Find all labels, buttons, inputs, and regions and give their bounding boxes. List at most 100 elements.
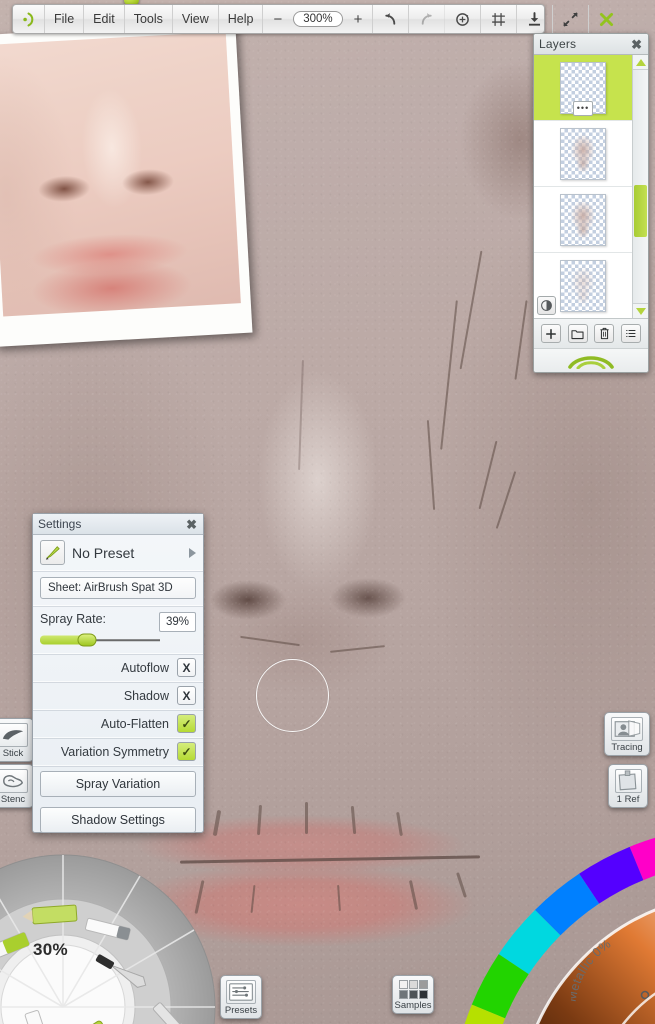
layer-options-button[interactable]: •••: [573, 101, 593, 116]
samples-label: Samples: [394, 1000, 432, 1011]
brush-preset-glyph: [45, 546, 60, 560]
reset-rotation-glyph: [456, 12, 470, 26]
sheet-row: Sheet: AirBrush Spat 3D: [33, 571, 203, 606]
zoom-in-button[interactable]: +: [348, 11, 369, 28]
close-icon[interactable]: [589, 5, 624, 33]
toggle-autoflow[interactable]: Autoflow X: [33, 654, 203, 682]
zoom-level-value[interactable]: 300%: [293, 11, 343, 27]
layer-row[interactable]: [534, 187, 632, 253]
brush-size-cursor: [256, 659, 329, 732]
plus-icon: [546, 328, 557, 339]
menu-help[interactable]: Help: [219, 5, 264, 33]
tracing-label: Tracing: [611, 742, 643, 753]
sheet-field[interactable]: Sheet: AirBrush Spat 3D: [40, 577, 196, 599]
menu-edit[interactable]: Edit: [84, 5, 125, 33]
blend-mode-icon[interactable]: [537, 296, 556, 315]
reference-button[interactable]: 1 Ref: [608, 764, 648, 808]
spray-variation-button[interactable]: Spray Variation: [40, 771, 196, 797]
preset-row[interactable]: No Preset: [33, 535, 203, 571]
scrollbar-thumb[interactable]: [634, 185, 647, 237]
zoom-control: − 300% +: [263, 5, 374, 33]
pressure-arc-icon[interactable]: [566, 353, 616, 369]
toggle-shadow-label: Shadow: [123, 688, 169, 703]
fullscreen-glyph: [564, 12, 578, 26]
samples-grid-icon: [398, 980, 428, 999]
spray-rate-head: Spray Rate: 39%: [40, 612, 196, 632]
layer-thumbnail: [560, 259, 606, 312]
layer-row[interactable]: •••: [534, 55, 632, 121]
shadow-settings-button[interactable]: Shadow Settings: [40, 807, 196, 833]
grid-icon[interactable]: [481, 5, 518, 33]
toggle-autoflow-checkbox[interactable]: X: [177, 658, 196, 677]
redo-glyph: [422, 12, 433, 25]
presets-label: Presets: [224, 1005, 258, 1016]
toggle-shadow-checkbox[interactable]: X: [177, 686, 196, 705]
layers-close-button[interactable]: ✖: [630, 38, 643, 51]
zoom-out-button[interactable]: −: [267, 11, 288, 28]
scroll-up-button[interactable]: [633, 55, 648, 70]
stencil-label: Stenc: [0, 794, 26, 805]
presets-button[interactable]: Presets: [220, 975, 262, 1019]
toggle-auto-flatten[interactable]: Auto-Flatten ✓: [33, 710, 203, 738]
spray-rate-row: Spray Rate: 39%: [33, 606, 203, 654]
polaroid-reference-photo[interactable]: [0, 21, 253, 347]
settings-titlebar: Settings ✖: [33, 514, 203, 535]
menu-view[interactable]: View: [173, 5, 219, 33]
reset-rotation-icon[interactable]: [445, 5, 482, 33]
undo-icon[interactable]: [373, 5, 410, 33]
sticker-icon: [0, 723, 28, 747]
chevron-right-icon[interactable]: [189, 547, 196, 558]
color-picker[interactable]: [440, 815, 655, 1024]
folder-icon: [571, 329, 584, 339]
list-menu-icon: [625, 329, 636, 338]
layers-body: •••: [534, 55, 648, 318]
layer-thumbnail: [560, 127, 606, 180]
slider-handle[interactable]: [77, 633, 97, 647]
scroll-down-button[interactable]: [633, 303, 648, 318]
artrage-logo-icon[interactable]: [13, 5, 45, 33]
layers-toolbar: [534, 318, 648, 348]
spray-rate-slider[interactable]: [40, 633, 160, 647]
reference-photo-image: [0, 31, 241, 317]
layers-scrollbar[interactable]: [633, 55, 648, 318]
toggle-auto-flatten-checkbox[interactable]: ✓: [177, 714, 196, 733]
toggle-shadow[interactable]: Shadow X: [33, 682, 203, 710]
toggle-variation-symmetry[interactable]: Variation Symmetry ✓: [33, 738, 203, 766]
sticker-button[interactable]: Stick: [0, 718, 34, 762]
toggle-auto-flatten-label: Auto-Flatten: [100, 716, 169, 731]
menu-tools[interactable]: Tools: [125, 5, 173, 33]
fullscreen-icon[interactable]: [553, 5, 590, 33]
menu-file[interactable]: File: [45, 5, 85, 33]
stencil-button[interactable]: Stenc: [0, 764, 34, 808]
artrage-logo-glyph: [23, 12, 34, 26]
redo-icon[interactable]: [409, 5, 446, 33]
add-layer-button[interactable]: [541, 324, 562, 343]
preset-label: No Preset: [72, 544, 135, 561]
tracing-image-icon: [611, 717, 643, 741]
samples-button[interactable]: Samples: [392, 975, 434, 1014]
triangle-down-icon: [635, 307, 646, 315]
undo-glyph: [385, 12, 396, 25]
delete-layer-button[interactable]: [594, 324, 615, 343]
group-layer-button[interactable]: [567, 324, 588, 343]
export-icon[interactable]: [517, 5, 554, 33]
presets-glyph: [229, 983, 253, 1001]
layers-list[interactable]: •••: [534, 55, 633, 318]
presets-icon: [226, 980, 256, 1004]
tracing-button[interactable]: Tracing: [604, 712, 650, 756]
layer-row[interactable]: [534, 121, 632, 187]
brush-preset-icon: [40, 540, 65, 565]
settings-close-button[interactable]: ✖: [185, 518, 198, 531]
settings-panel-title: Settings: [38, 517, 82, 531]
layer-menu-button[interactable]: [620, 324, 641, 343]
toggle-variation-symmetry-checkbox[interactable]: ✓: [177, 742, 196, 761]
layer-row[interactable]: [534, 253, 632, 318]
reference-label: 1 Ref: [616, 794, 640, 805]
sticker-glyph: [2, 730, 24, 740]
spray-rate-value[interactable]: 39%: [158, 612, 196, 632]
grid-glyph: [492, 12, 506, 26]
layers-panel-title: Layers: [539, 37, 577, 51]
tool-wheel[interactable]: T: [0, 852, 218, 1024]
toggle-variation-symmetry-label: Variation Symmetry: [60, 744, 169, 759]
layers-footer: [534, 348, 648, 372]
